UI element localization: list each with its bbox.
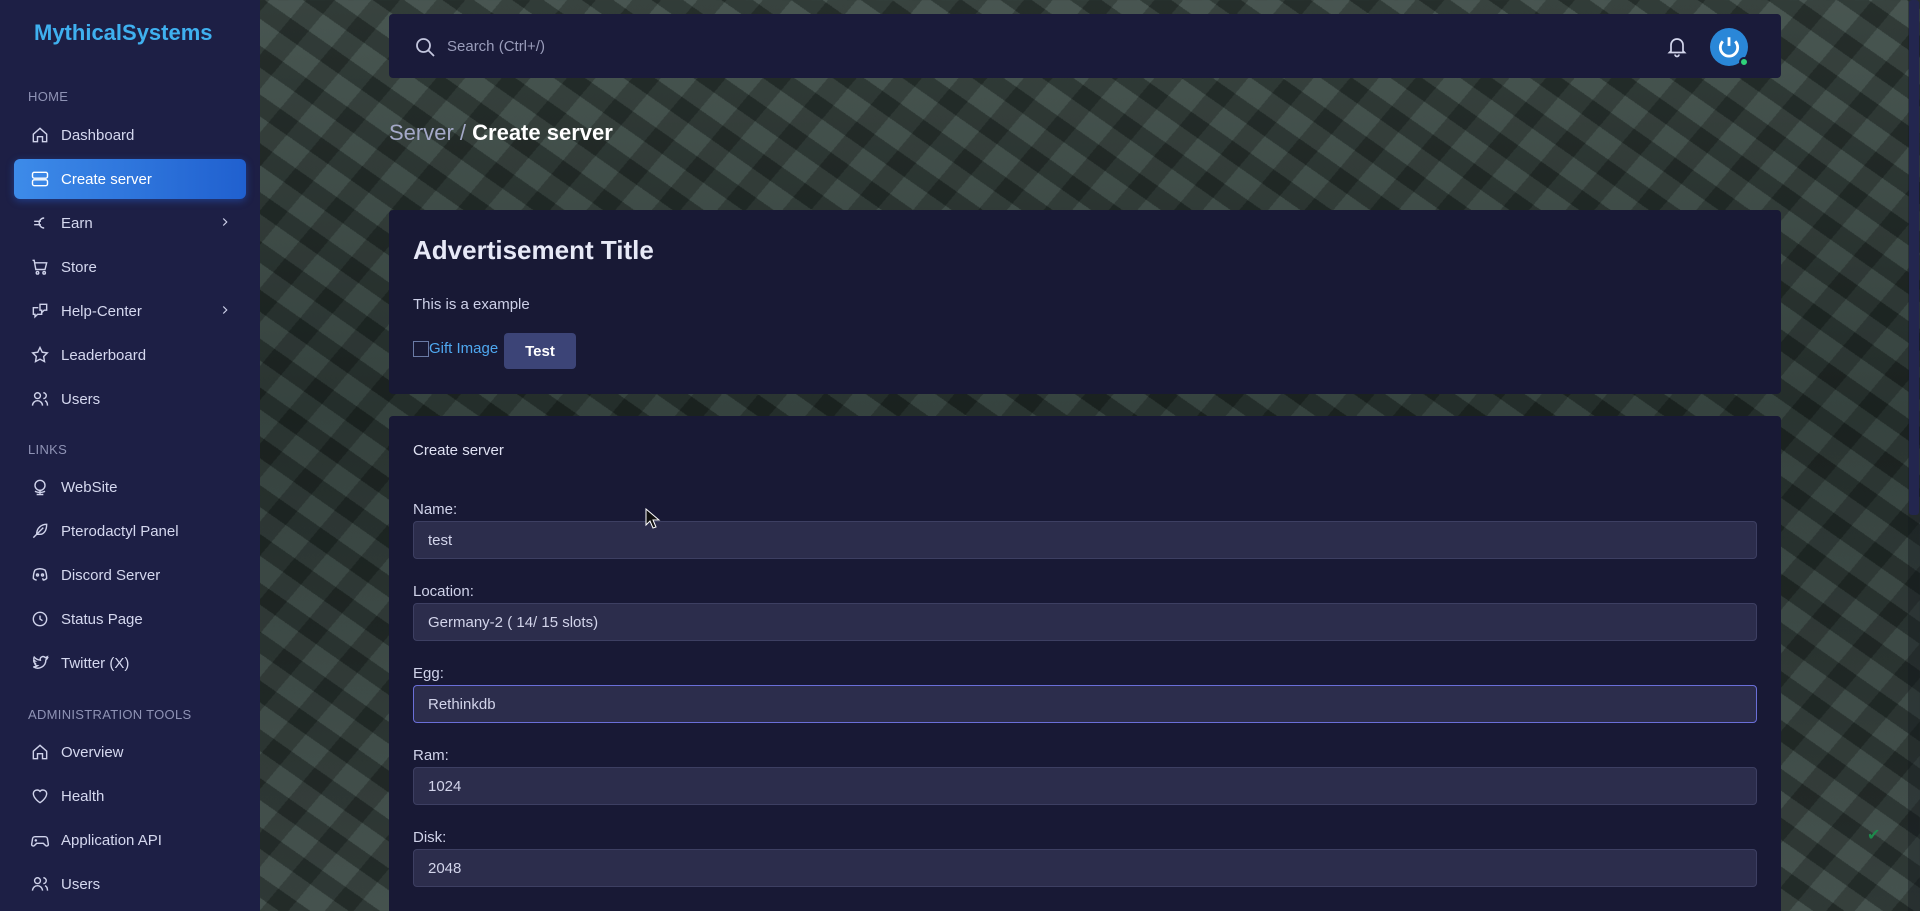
online-status-dot bbox=[1739, 57, 1749, 67]
disk-label: Disk: bbox=[413, 829, 447, 846]
sidebar-item-label: Users bbox=[61, 875, 101, 893]
sidebar-item-label: Earn bbox=[61, 214, 93, 232]
sidebar-item-twitter[interactable]: Twitter (X) bbox=[14, 643, 246, 683]
sidebar-item-store[interactable]: Store bbox=[14, 247, 246, 287]
location-label: Location: bbox=[413, 583, 474, 600]
sidebar-item-dashboard[interactable]: Dashboard bbox=[14, 115, 246, 155]
avatar[interactable] bbox=[1710, 28, 1749, 67]
sidebar-item-label: Overview bbox=[61, 743, 124, 761]
sidebar-item-overview[interactable]: Overview bbox=[14, 732, 246, 772]
sidebar-item-earn[interactable]: Earn bbox=[14, 203, 246, 243]
discord-icon bbox=[30, 565, 50, 585]
mouse-cursor-icon bbox=[645, 508, 661, 529]
sidebar-item-leaderboard[interactable]: Leaderboard bbox=[14, 335, 246, 375]
section-label-admin: ADMINISTRATION TOOLS bbox=[28, 707, 192, 722]
sidebar-item-help-center[interactable]: Help-Center bbox=[14, 291, 246, 331]
sidebar-item-health[interactable]: Health bbox=[14, 776, 246, 816]
gift-image-alt: Gift Image bbox=[429, 340, 499, 357]
search-icon bbox=[416, 38, 435, 57]
brand-logo[interactable]: MythicalSystems bbox=[34, 20, 213, 46]
clock-icon bbox=[30, 609, 50, 629]
create-server-form: Create server Name: Location: Egg: Ram: … bbox=[389, 416, 1781, 911]
globe-icon bbox=[30, 477, 50, 497]
sidebar-item-label: Leaderboard bbox=[61, 346, 147, 364]
heart-icon bbox=[30, 786, 50, 806]
sidebar-item-label: WebSite bbox=[61, 478, 118, 496]
breadcrumb: Server / Create server bbox=[389, 120, 613, 146]
chevron-right-icon bbox=[222, 218, 228, 226]
top-bar bbox=[389, 14, 1781, 78]
sidebar-item-application-api[interactable]: Application API bbox=[14, 820, 246, 860]
sidebar-item-label: Application API bbox=[61, 831, 162, 849]
sidebar-item-label: Twitter (X) bbox=[61, 654, 130, 672]
section-label-links: LINKS bbox=[28, 442, 68, 457]
bell-icon[interactable] bbox=[1665, 34, 1689, 58]
home-icon bbox=[30, 125, 50, 145]
power-icon bbox=[1718, 37, 1740, 58]
disk-field[interactable] bbox=[413, 849, 1757, 887]
chevron-right-icon bbox=[222, 306, 228, 314]
feather-icon bbox=[30, 521, 50, 541]
sidebar-item-pterodactyl-panel[interactable]: Pterodactyl Panel bbox=[14, 511, 246, 551]
sidebar-item-admin-users[interactable]: Users bbox=[14, 864, 246, 904]
section-label-home: HOME bbox=[28, 89, 69, 104]
egg-select[interactable] bbox=[413, 685, 1757, 723]
checkmark-icon: ✔ bbox=[1867, 827, 1881, 844]
sidebar-item-create-server[interactable]: Create server bbox=[14, 159, 246, 199]
sidebar-item-label: Dashboard bbox=[61, 126, 135, 144]
sidebar-item-label: Users bbox=[61, 390, 101, 408]
sidebar-item-label: Health bbox=[61, 787, 105, 805]
star-icon bbox=[30, 345, 50, 365]
euro-icon bbox=[30, 213, 50, 233]
ram-field[interactable] bbox=[413, 767, 1757, 805]
egg-label: Egg: bbox=[413, 665, 444, 682]
ad-test-button[interactable]: Test bbox=[504, 333, 576, 369]
name-label: Name: bbox=[413, 501, 458, 518]
sidebar-item-label: Status Page bbox=[61, 610, 143, 628]
search-input[interactable] bbox=[447, 31, 947, 61]
broken-image-icon bbox=[413, 340, 429, 357]
location-select[interactable] bbox=[413, 603, 1757, 641]
advertisement-card: Advertisement Title This is a example Gi… bbox=[389, 210, 1781, 394]
server-icon bbox=[30, 169, 50, 189]
sidebar-item-label: Create server bbox=[61, 170, 152, 188]
messages-icon bbox=[30, 301, 50, 321]
sidebar-item-status-page[interactable]: Status Page bbox=[14, 599, 246, 639]
users-icon bbox=[30, 389, 50, 409]
ad-text: This is a example bbox=[413, 296, 530, 313]
page-title: Create server bbox=[472, 120, 613, 145]
name-field[interactable] bbox=[413, 521, 1757, 559]
form-title: Create server bbox=[413, 442, 504, 459]
gamepad-icon bbox=[30, 830, 50, 850]
sidebar-item-website[interactable]: WebSite bbox=[14, 467, 246, 507]
twitter-icon bbox=[30, 653, 50, 673]
sidebar-item-discord-server[interactable]: Discord Server bbox=[14, 555, 246, 595]
page-scrollbar-thumb[interactable] bbox=[1909, 0, 1919, 515]
users-icon bbox=[30, 874, 50, 894]
sidebar-item-label: Pterodactyl Panel bbox=[61, 522, 179, 540]
ad-title: Advertisement Title bbox=[413, 235, 654, 265]
sidebar: MythicalSystems HOME Dashboard Create se… bbox=[0, 0, 260, 911]
cart-icon bbox=[30, 257, 50, 277]
sidebar-item-label: Help-Center bbox=[61, 302, 142, 320]
home-icon bbox=[30, 742, 50, 762]
sidebar-item-users[interactable]: Users bbox=[14, 379, 246, 419]
ram-label: Ram: bbox=[413, 747, 449, 764]
sidebar-item-label: Discord Server bbox=[61, 566, 161, 584]
sidebar-item-label: Store bbox=[61, 258, 97, 276]
breadcrumb-parent[interactable]: Server / bbox=[389, 120, 472, 145]
gift-image[interactable]: Gift Image bbox=[413, 340, 498, 357]
